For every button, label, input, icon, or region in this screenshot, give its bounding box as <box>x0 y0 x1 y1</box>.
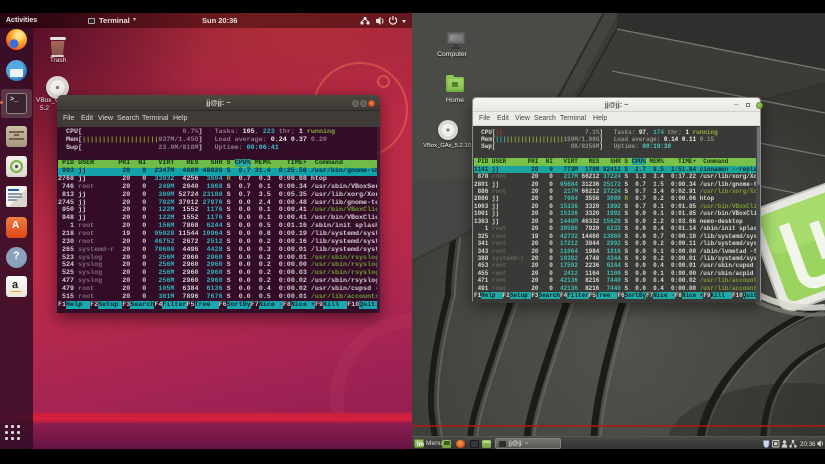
svg-text:20:36: 20:36 <box>800 441 816 448</box>
